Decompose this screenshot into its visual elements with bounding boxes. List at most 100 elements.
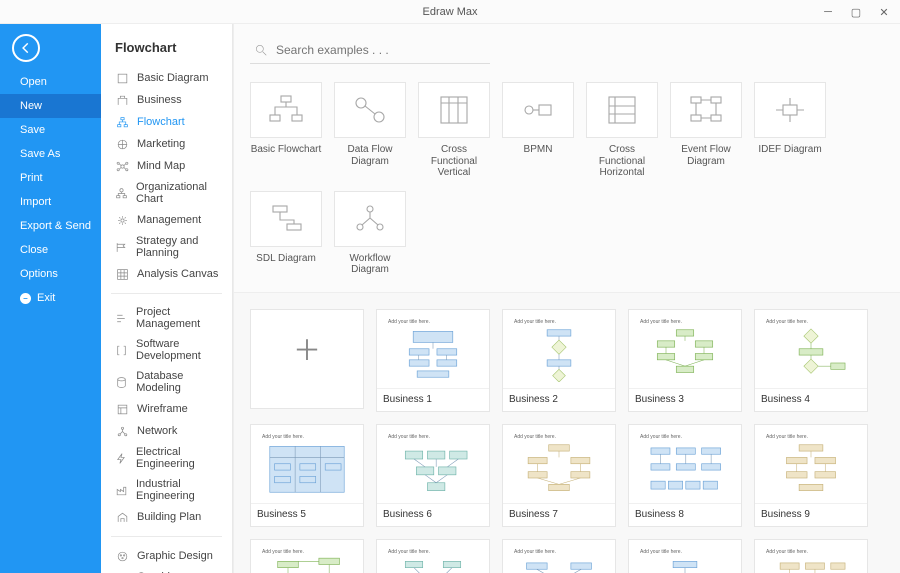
category-database-modeling[interactable]: Database Modeling <box>101 366 232 398</box>
nav-item-exit[interactable]: –Exit <box>0 286 101 310</box>
category-organizational-chart[interactable]: Organizational Chart <box>101 177 232 209</box>
template-thumbnail: Add your title here. <box>377 425 489 503</box>
nav-item-open[interactable]: Open <box>0 70 101 94</box>
nav-item-new[interactable]: New <box>0 94 101 118</box>
category-project-management[interactable]: Project Management <box>101 302 232 334</box>
category-network[interactable]: Network <box>101 420 232 442</box>
category-analysis-canvas[interactable]: Analysis Canvas <box>101 263 232 285</box>
template-business-9[interactable]: Add your title here.Business 9 <box>754 424 868 527</box>
category-industrial-engineering[interactable]: Industrial Engineering <box>101 474 232 506</box>
type-data-flow-diagram[interactable]: Data Flow Diagram <box>334 82 406 179</box>
template-thumbnail: Add your title here. <box>629 425 741 503</box>
thumb-title-placeholder: Add your title here. <box>761 546 813 555</box>
type-bpmn[interactable]: BPMN <box>502 82 574 179</box>
template-business-6[interactable]: Add your title here.Business 6 <box>376 424 490 527</box>
type-label: Cross Functional Horizontal <box>586 144 658 179</box>
type-basic-flowchart[interactable]: Basic Flowchart <box>250 82 322 179</box>
category-label: Software Development <box>136 338 226 362</box>
nav-item-label: Export & Send <box>20 220 91 232</box>
type-event-flow-diagram[interactable]: Event Flow Diagram <box>670 82 742 179</box>
search-icon <box>254 43 268 57</box>
nav-item-label: Close <box>20 244 48 256</box>
nav-item-save-as[interactable]: Save As <box>0 142 101 166</box>
category-label: Marketing <box>137 138 185 150</box>
category-strategy-and-planning[interactable]: Strategy and Planning <box>101 231 232 263</box>
industrial-icon <box>115 483 128 497</box>
type-cross-functional-vertical[interactable]: Cross Functional Vertical <box>418 82 490 179</box>
template-business-3[interactable]: Add your title here.Business 3 <box>628 309 742 412</box>
template-business-4[interactable]: Add your title here.Business 4 <box>754 309 868 412</box>
thumb-title-placeholder: Add your title here. <box>509 546 561 555</box>
category-label: Business <box>137 94 182 106</box>
nav-item-label: Open <box>20 76 47 88</box>
category-software-development[interactable]: Software Development <box>101 334 232 366</box>
search-input[interactable] <box>276 43 490 57</box>
category-electrical-engineering[interactable]: Electrical Engineering <box>101 442 232 474</box>
category-flowchart[interactable]: Flowchart <box>101 111 232 133</box>
template-label: Business 3 <box>629 388 741 411</box>
nav-item-print[interactable]: Print <box>0 166 101 190</box>
template-thumbnail: Add your title here. <box>503 310 615 388</box>
template-business-2[interactable]: Add your title here.Business 2 <box>502 309 616 412</box>
template-business-1[interactable]: Add your title here.Business 1 <box>376 309 490 412</box>
template-business-7[interactable]: Add your title here.Business 7 <box>502 424 616 527</box>
type-sdl-diagram[interactable]: SDL Diagram <box>250 191 322 276</box>
nav-item-save[interactable]: Save <box>0 118 101 142</box>
thumb-title-placeholder: Add your title here. <box>383 431 435 440</box>
template-label: Business 5 <box>251 503 363 526</box>
category-business[interactable]: Business <box>101 89 232 111</box>
type-label: Workflow Diagram <box>334 253 406 276</box>
category-management[interactable]: Management <box>101 209 232 231</box>
template-business-12[interactable]: Add your title here.Business 12 <box>502 539 616 573</box>
category-separator <box>111 536 222 537</box>
flowchart-icon <box>115 115 129 129</box>
category-graphic-organizer[interactable]: Graphic Organizer <box>101 567 232 573</box>
maximize-button[interactable]: ▢ <box>842 0 870 24</box>
template-thumbnail: Add your title here. <box>503 425 615 503</box>
window-controls: ─ ▢ ✕ <box>814 0 898 24</box>
category-separator <box>111 293 222 294</box>
mgmt-icon <box>115 213 129 227</box>
category-label: Network <box>137 425 177 437</box>
type-cross-functional-horizontal[interactable]: Cross Functional Horizontal <box>586 82 658 179</box>
template-business-11[interactable]: Add your title here.Business 11 <box>376 539 490 573</box>
template-thumbnail: Add your title here. <box>251 425 363 503</box>
t-basic-icon <box>250 82 322 138</box>
search-field[interactable] <box>250 36 490 64</box>
template-label: Business 2 <box>503 388 615 411</box>
close-button[interactable]: ✕ <box>870 0 898 24</box>
back-button[interactable] <box>12 34 40 62</box>
nav-item-export-send[interactable]: Export & Send <box>0 214 101 238</box>
nav-item-options[interactable]: Options <box>0 262 101 286</box>
category-label: Building Plan <box>137 511 201 523</box>
minimize-button[interactable]: ─ <box>814 0 842 24</box>
template-label: Business 9 <box>755 503 867 526</box>
nav-item-close[interactable]: Close <box>0 238 101 262</box>
template-business-13[interactable]: Add your title here.Business 13 <box>628 539 742 573</box>
category-mind-map[interactable]: Mind Map <box>101 155 232 177</box>
category-wireframe[interactable]: Wireframe <box>101 398 232 420</box>
t-event-icon <box>670 82 742 138</box>
category-basic-diagram[interactable]: Basic Diagram <box>101 67 232 89</box>
type-workflow-diagram[interactable]: Workflow Diagram <box>334 191 406 276</box>
t-cfv-icon <box>418 82 490 138</box>
t-cfh-icon <box>586 82 658 138</box>
nav-item-import[interactable]: Import <box>0 190 101 214</box>
category-building-plan[interactable]: Building Plan <box>101 506 232 528</box>
template-business-10[interactable]: Add your title here.Business 10 <box>250 539 364 573</box>
t-idef-icon <box>754 82 826 138</box>
template-new[interactable]: ＋ <box>250 309 364 409</box>
exit-icon: – <box>20 293 31 304</box>
category-panel: Flowchart Basic DiagramBusinessFlowchart… <box>101 24 233 573</box>
category-label: Analysis Canvas <box>137 268 218 280</box>
category-marketing[interactable]: Marketing <box>101 133 232 155</box>
category-label: Project Management <box>136 306 226 330</box>
template-business-14[interactable]: Add your title here.Business 14 <box>754 539 868 573</box>
template-business-5[interactable]: Add your title here.Business 5 <box>250 424 364 527</box>
building-icon <box>115 510 129 524</box>
template-business-8[interactable]: Add your title here.Business 8 <box>628 424 742 527</box>
type-idef-diagram[interactable]: IDEF Diagram <box>754 82 826 179</box>
template-thumbnail: Add your title here. <box>629 540 741 573</box>
basic-icon <box>115 71 129 85</box>
category-graphic-design[interactable]: Graphic Design <box>101 545 232 567</box>
